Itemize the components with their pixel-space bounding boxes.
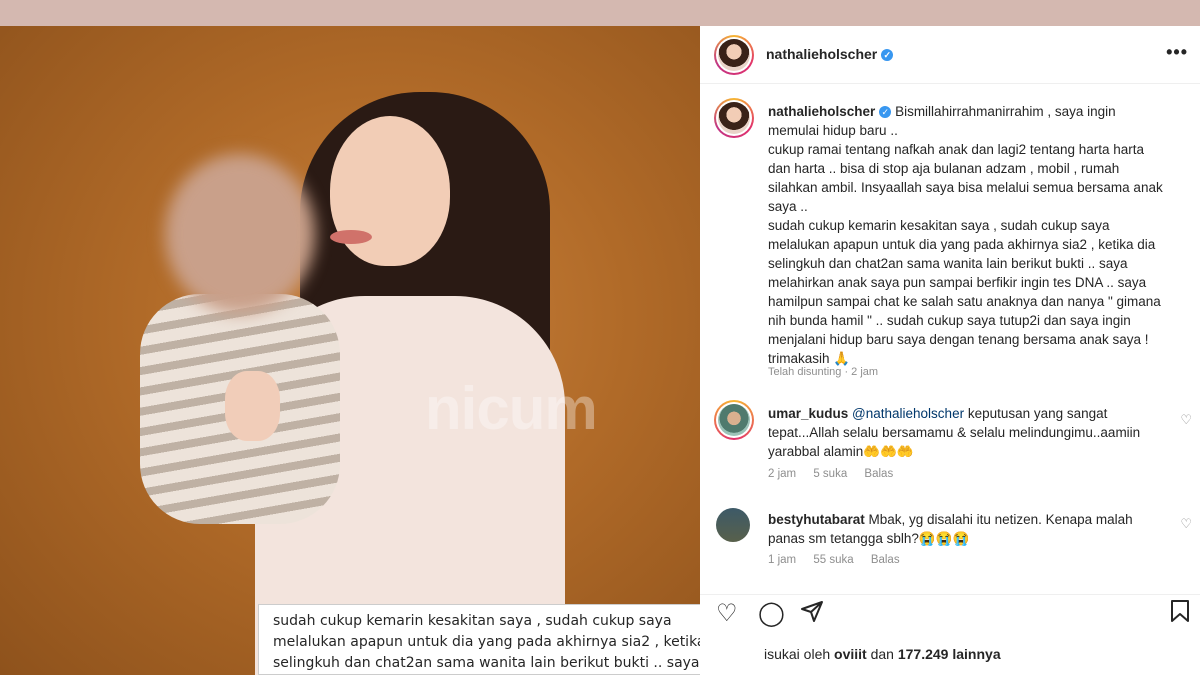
commenter-avatar[interactable]	[714, 400, 754, 440]
caption-line: cukup ramai tentang nafkah anak dan lagi…	[768, 142, 1145, 157]
overlay-line: sudah cukup kemarin kesakitan saya , sud…	[273, 613, 672, 629]
comment-text: Mbak, yg disalahi itu netizen. Kenapa ma…	[864, 512, 1133, 527]
author-avatar[interactable]	[714, 35, 754, 75]
bookmark-icon[interactable]	[1170, 599, 1190, 630]
comment-text: yarabbal alamin🤲🤲🤲	[768, 444, 914, 459]
caption-line: hamilpun sampai chat ke salah satu anakn…	[768, 294, 1161, 309]
commenter-avatar[interactable]	[716, 508, 750, 542]
comment-icon[interactable]: ◯	[758, 599, 785, 628]
bookmark-icon-svg	[1171, 600, 1189, 622]
likes-user[interactable]: oviiit	[834, 646, 867, 662]
verified-icon: ✓	[881, 49, 894, 62]
comment-meta: 1 jam 55 suka Balas	[768, 554, 914, 566]
caption-line: memulai hidup baru ..	[768, 123, 898, 138]
heart-icon[interactable]: ♡	[716, 599, 738, 628]
caption-line: menjalani hidup baru saya dengan tenang …	[768, 332, 1149, 347]
likes-prefix: isukai oleh	[764, 646, 835, 662]
comment-text: tepat...Allah selalu bersamamu & selalu …	[768, 425, 1141, 440]
comment-text: panas sm tetangga sblh?😭😭😭	[768, 531, 970, 546]
comment-text: keputusan yang sangat	[964, 406, 1108, 421]
comment-mention[interactable]: @nathalieholscher	[852, 406, 964, 421]
like-comment-heart-icon[interactable]: ♡	[1180, 412, 1192, 428]
caption-line: dan harta .. bisa di stop aja bulanan ad…	[768, 161, 1120, 176]
photo-lips	[330, 230, 372, 244]
share-icon-svg	[801, 601, 823, 622]
likes-middle: dan	[866, 646, 898, 662]
watermark: nicum	[425, 375, 598, 442]
comment: umar_kudus @nathalieholscher keputusan y…	[768, 404, 1168, 461]
comment-username[interactable]: bestyhutabarat	[768, 512, 865, 527]
comment-reply[interactable]: Balas	[864, 468, 893, 480]
photo-baby-head-blurred	[165, 154, 315, 314]
photo-baby-leg	[225, 371, 280, 441]
overlay-line: selingkuh dan chat2an sama wanita lain b…	[273, 655, 700, 671]
caption-line: saya ..	[768, 199, 808, 214]
post-actions-bar: ♡ ◯	[700, 594, 1200, 634]
post-header: nathalieholscher ✓ •••	[700, 26, 1200, 84]
comment-meta: 2 jam 5 suka Balas	[768, 468, 907, 480]
more-horizontal-icon[interactable]: •••	[1166, 42, 1188, 63]
caption-line: nih bunda hamil " .. sudah cukup saya tu…	[768, 313, 1131, 328]
caption-meta: Telah disunting · 2 jam	[768, 366, 879, 378]
comment-likes[interactable]: 55 suka	[813, 554, 853, 566]
comment-likes[interactable]: 5 suka	[813, 468, 847, 480]
comment-time: 2 jam	[768, 468, 797, 480]
post-side-panel: nathalieholscher ✓ ••• nathalieholscher ✓ …	[700, 26, 1200, 675]
comment-username[interactable]: umar_kudus	[768, 406, 848, 421]
post-photo[interactable]: nicum	[0, 26, 700, 675]
verified-icon: ✓	[879, 106, 892, 119]
top-strip	[0, 0, 1200, 26]
likes-summary: isukai oleh oviiit dan 177.249 lainnya	[764, 646, 1001, 662]
share-icon[interactable]	[800, 599, 824, 630]
caption-avatar[interactable]	[714, 98, 754, 138]
author-username[interactable]: nathalieholscher	[766, 46, 877, 62]
caption-line: selingkuh dan chat2an sama wanita lain b…	[768, 256, 1128, 271]
comment-reply[interactable]: Balas	[871, 554, 900, 566]
caption-line: melahirkan anak saya pun sampai berfikir…	[768, 275, 1147, 290]
caption-line: silahkan ambil. Insyaallah saya bisa mel…	[768, 180, 1163, 195]
comment-time: 1 jam	[768, 554, 797, 566]
author-username-row[interactable]: nathalieholscher ✓	[766, 46, 894, 62]
likes-suffix[interactable]: lainnya	[948, 646, 1000, 662]
post-caption: nathalieholscher ✓ Bismillahirrahmanirrah…	[768, 102, 1188, 368]
caption-line: sudah cukup kemarin kesakitan saya , sud…	[768, 218, 1110, 233]
likes-count[interactable]: 177.249	[898, 646, 949, 662]
comment: bestyhutabarat Mbak, yg disalahi itu net…	[768, 510, 1168, 548]
caption-line: melalukan apapun untuk dia yang pada akh…	[768, 237, 1156, 252]
caption-username[interactable]: nathalieholscher	[768, 104, 875, 119]
like-comment-heart-icon[interactable]: ♡	[1180, 516, 1192, 532]
caption-line: Bismillahirrahmanirrahim , saya ingin	[895, 104, 1116, 119]
overlay-line: melalukan apapun untuk dia yang pada akh…	[273, 634, 732, 650]
